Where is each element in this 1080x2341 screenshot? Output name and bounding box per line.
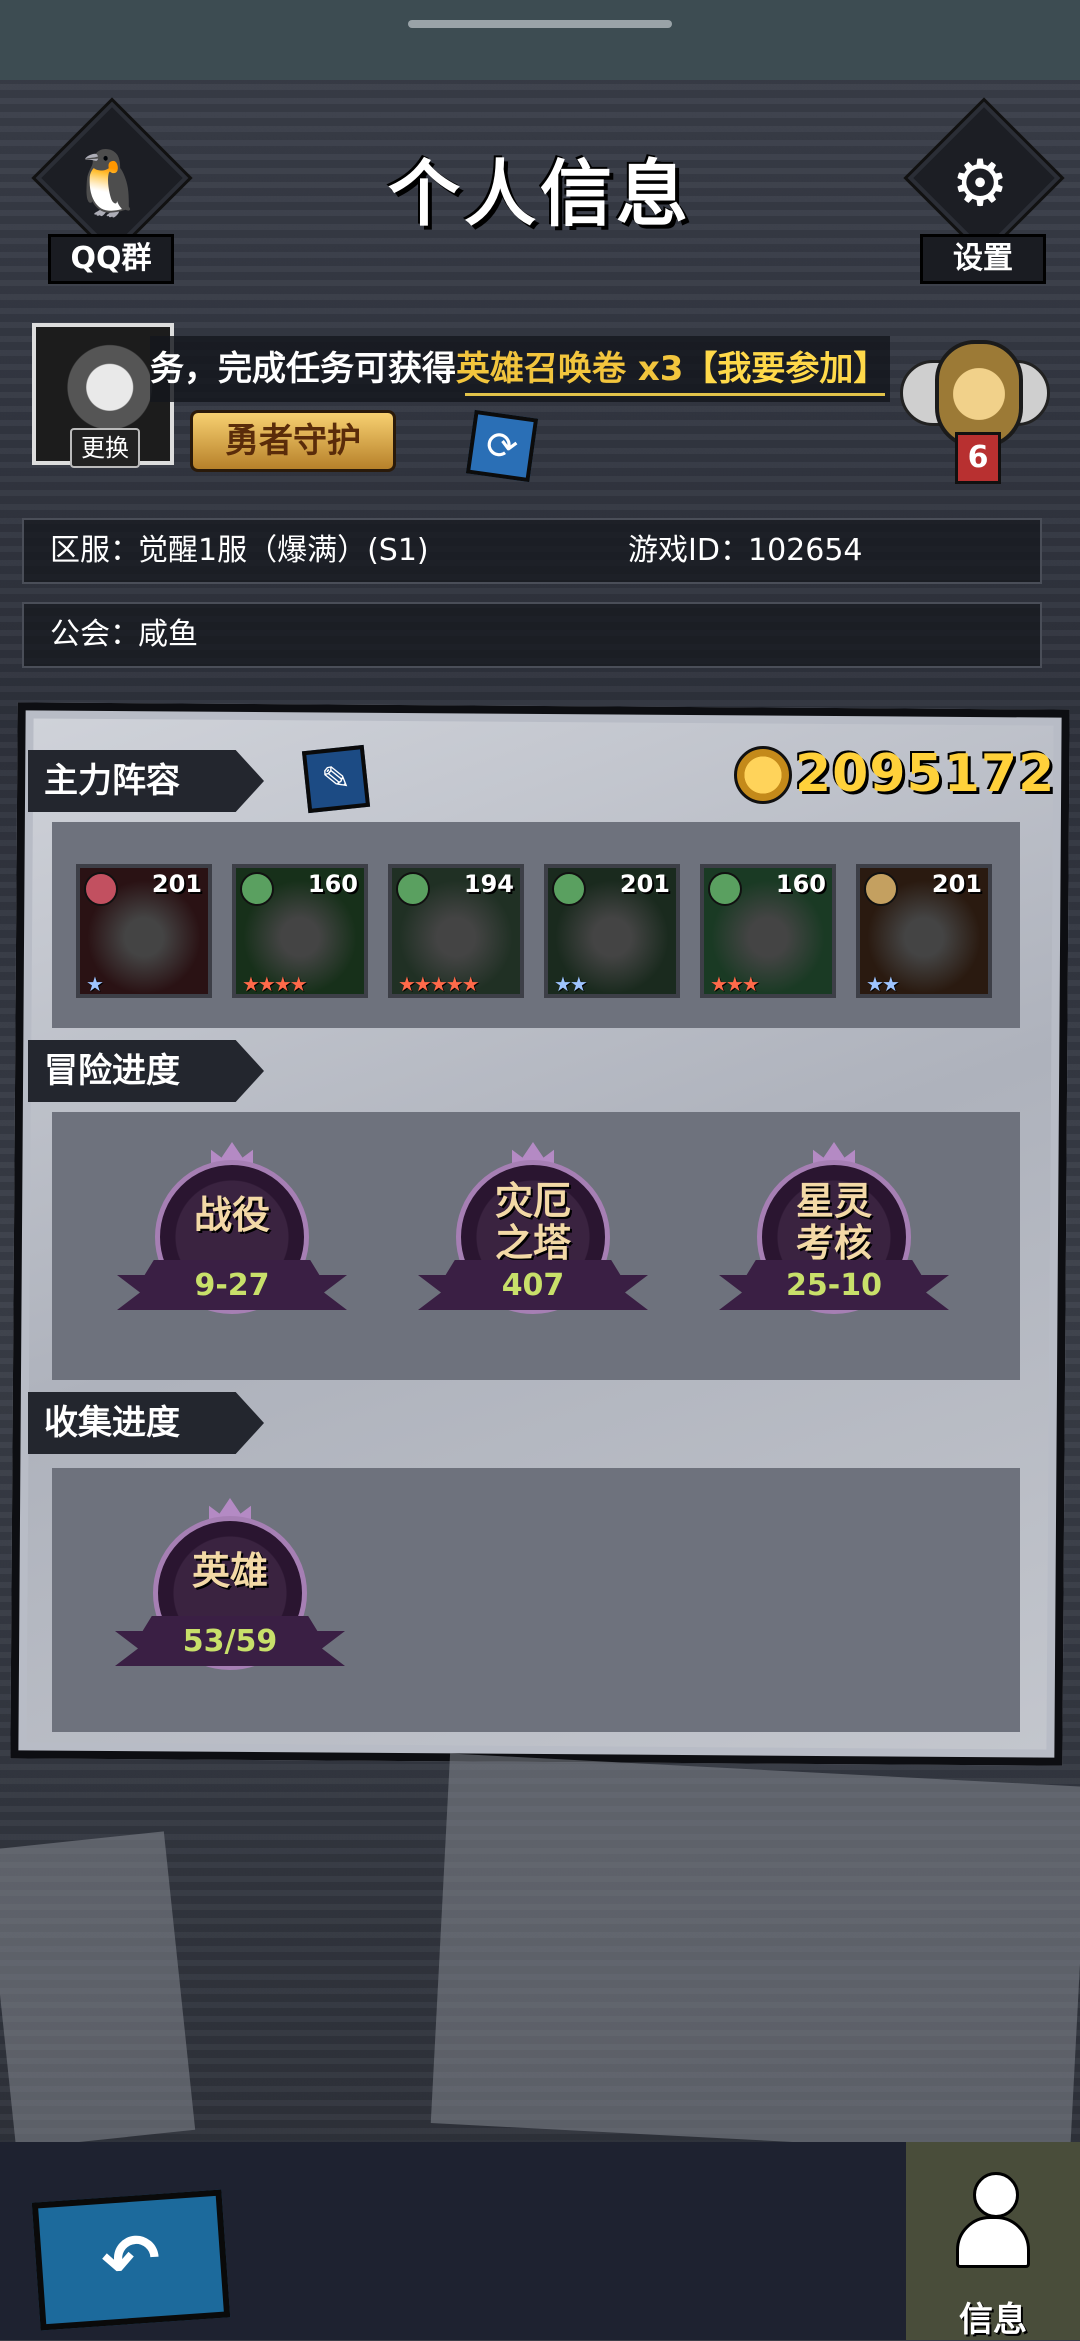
paper-decor-right <box>430 1753 1080 2157</box>
hero-card[interactable]: 194 ★★★★★ <box>388 864 524 998</box>
person-icon-body <box>956 2216 1030 2268</box>
element-icon <box>84 872 118 906</box>
element-icon <box>240 872 274 906</box>
adventure-section-label: 冒险进度 <box>44 1051 180 1091</box>
gear-icon: ⚙ <box>951 147 1009 221</box>
paper-decor-left <box>0 1831 196 2149</box>
hero-stars: ★★ <box>866 972 900 996</box>
penguin-icon: 🐧 <box>68 147 148 221</box>
back-arrow-icon[interactable]: ↶ <box>31 2189 231 2331</box>
hero-level: 201 <box>619 870 670 898</box>
medal-value: 53/59 <box>182 1624 278 1659</box>
guild-label: 公会： <box>50 617 140 652</box>
lineup-section-label: 主力阵容 <box>44 761 180 801</box>
adventure-medal[interactable]: 星灵考核 25-10 <box>719 1142 949 1332</box>
medal-title: 英雄 <box>191 1549 268 1593</box>
hero-card[interactable]: 160 ★★★ <box>700 864 836 998</box>
server-row: 区服： 觉醒1服（爆满）(S1) 游戏ID： 102654 <box>22 518 1042 584</box>
hero-stars: ★★ <box>554 972 588 996</box>
collection-section-label: 收集进度 <box>44 1403 180 1443</box>
hero-guard-badge[interactable]: 勇者守护 <box>190 410 396 472</box>
qq-group-button[interactable]: 🐧 QQ群 <box>35 101 189 284</box>
medal-value: 25-10 <box>786 1268 882 1303</box>
element-icon <box>864 872 898 906</box>
info-tab-label: 信息 <box>959 2300 1027 2340</box>
notice-join-link[interactable]: 【我要参加】 <box>683 349 887 389</box>
element-icon <box>396 872 430 906</box>
hero-stars: ★★★★ <box>242 972 308 996</box>
hero-card[interactable]: 201 ★★ <box>856 864 992 998</box>
hero-level: 194 <box>463 870 514 898</box>
medal-title: 星灵考核 <box>795 1179 872 1265</box>
game-id-label: 游戏ID： <box>628 533 750 568</box>
hero-stars: ★★★ <box>710 972 760 996</box>
medal-title: 战役 <box>193 1193 270 1237</box>
hero-stars: ★ <box>86 972 104 996</box>
adventure-medal[interactable]: 灾厄之塔 407 <box>418 1142 648 1332</box>
medal-value: 407 <box>501 1268 565 1303</box>
collection-medal[interactable]: 英雄 53/59 <box>115 1498 345 1688</box>
edit-lineup-icon[interactable]: ✎ <box>301 744 371 814</box>
hero-card[interactable]: 201 ★★ <box>544 864 680 998</box>
power-icon <box>734 746 792 804</box>
element-icon <box>552 872 586 906</box>
qq-group-label: QQ群 <box>48 234 174 284</box>
hero-level: 160 <box>775 870 826 898</box>
combat-power: 2095172 <box>795 744 1056 804</box>
game-id-value: 102654 <box>748 533 863 568</box>
avatar-change-button[interactable]: 更换 <box>70 428 140 468</box>
server-value: 觉醒1服（爆满）(S1) <box>138 533 429 568</box>
notice-text: 务，完成任务可获得 <box>150 349 456 389</box>
element-icon <box>708 872 742 906</box>
settings-button[interactable]: ⚙ 设置 <box>907 101 1061 284</box>
hero-level: 201 <box>151 870 202 898</box>
server-label: 区服： <box>50 533 140 568</box>
guild-value: 咸鱼 <box>138 617 198 652</box>
hero-card[interactable]: 201 ★ <box>76 864 212 998</box>
person-icon-head <box>973 2172 1019 2218</box>
medal-title: 灾厄之塔 <box>494 1179 571 1265</box>
refresh-icon[interactable]: ⟳ <box>465 409 539 483</box>
notice-underline <box>465 393 885 396</box>
rank-emblem[interactable]: 6 <box>900 320 1050 484</box>
home-indicator <box>408 20 672 28</box>
hero-level: 201 <box>931 870 982 898</box>
adventure-medal[interactable]: 战役 9-27 <box>117 1142 347 1332</box>
medal-value: 9-27 <box>194 1268 270 1303</box>
settings-label: 设置 <box>920 234 1046 284</box>
status-strip <box>0 0 1080 80</box>
hero-level: 160 <box>307 870 358 898</box>
guild-row: 公会： 咸鱼 <box>22 602 1042 668</box>
rank-level: 6 <box>955 432 1001 484</box>
hero-card[interactable]: 160 ★★★★ <box>232 864 368 998</box>
hero-stars: ★★★★★ <box>398 972 480 996</box>
notice-reward: 英雄召唤卷 x3 <box>456 349 684 389</box>
person-icon <box>956 2172 1030 2268</box>
